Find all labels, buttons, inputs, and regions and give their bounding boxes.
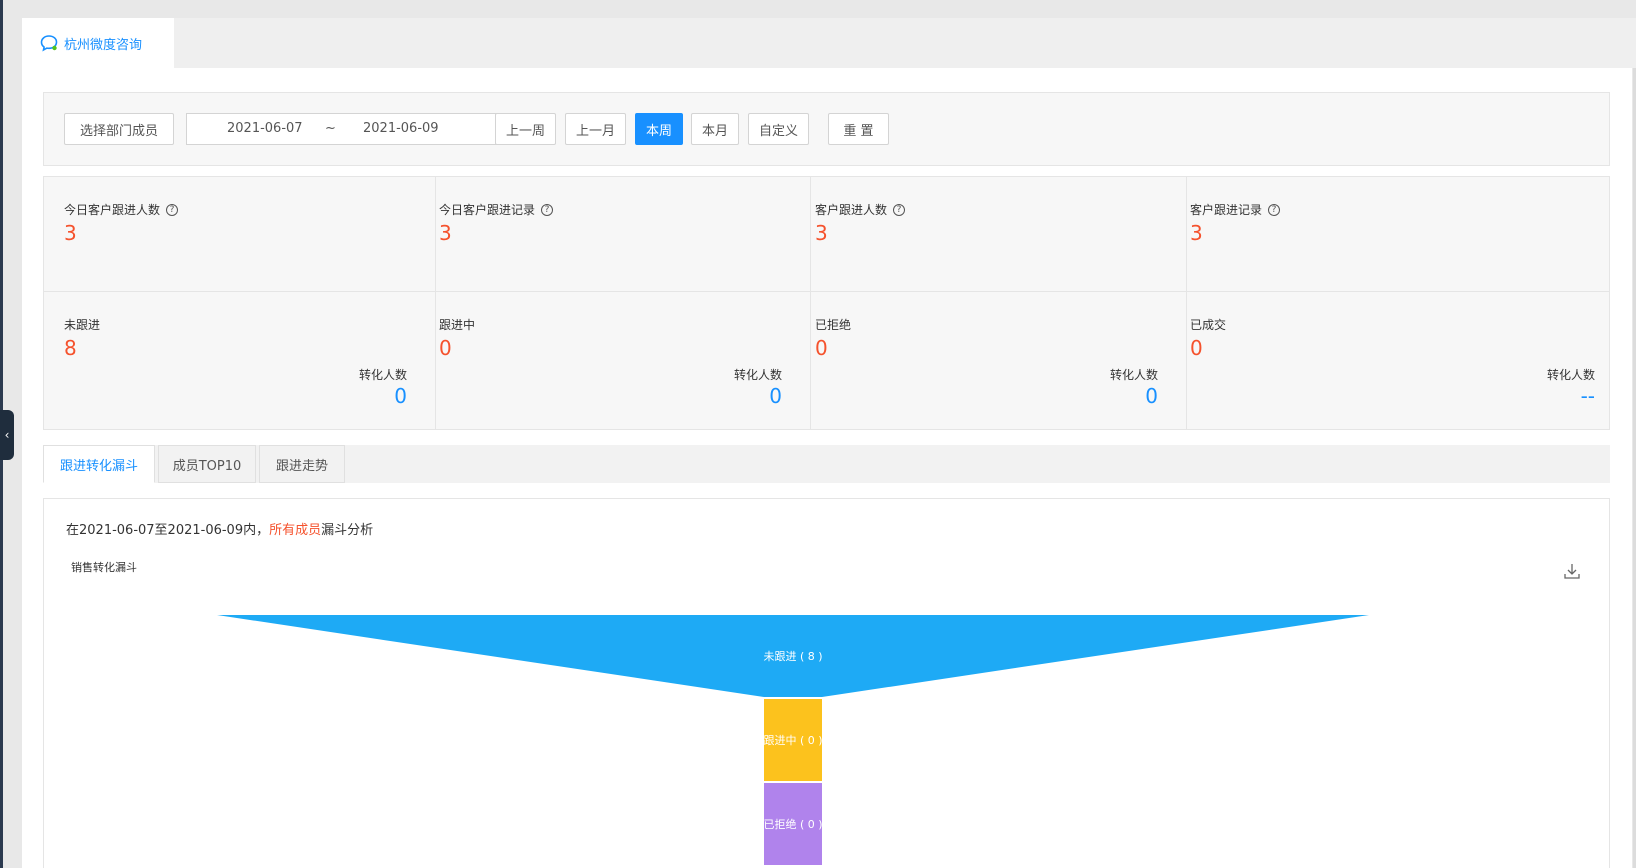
funnel-label-跟进中: 跟进中 ( 0 ) xyxy=(763,734,822,747)
stat-value: 3 xyxy=(815,221,828,245)
conversion-value: 0 xyxy=(1145,384,1158,408)
tab-company-label: 杭州微度咨询 xyxy=(64,37,143,53)
tab-company[interactable]: 杭州微度咨询 xyxy=(22,18,174,68)
stat-card: 今日客户跟进人数? 3 xyxy=(44,177,436,292)
stat-card: 客户跟进人数? 3 xyxy=(795,177,1187,292)
help-icon[interactable]: ? xyxy=(1268,203,1281,216)
custom-range-button[interactable]: 自定义 xyxy=(748,113,809,145)
funnel-panel: 在2021-06-07至2021-06-09内，所有成员漏斗分析 销售转化漏斗 … xyxy=(43,498,1610,868)
reset-button[interactable]: 重 置 xyxy=(828,113,889,145)
help-icon[interactable]: ? xyxy=(166,203,179,216)
filter-bar: 选择部门成员 2021-06-07 ~ 2021-06-09 上一周 上一月 本… xyxy=(43,92,1610,166)
prev-week-button[interactable]: 上一周 xyxy=(495,113,556,145)
stat-card: 客户跟进记录? 3 xyxy=(1170,177,1609,292)
main-content: 选择部门成员 2021-06-07 ~ 2021-06-09 上一周 上一月 本… xyxy=(22,68,1632,868)
end-date-field[interactable]: 2021-06-09 xyxy=(363,121,439,136)
prev-month-button[interactable]: 上一月 xyxy=(565,113,626,145)
analysis-tabs: 跟进转化漏斗 成员TOP10 跟进走势 xyxy=(43,445,1610,483)
stat-label: 客户跟进人数 xyxy=(815,203,888,217)
stat-label: 今日客户跟进记录 xyxy=(439,203,536,217)
page-tab-bar: 杭州微度咨询 xyxy=(22,18,1636,68)
stat-value: 3 xyxy=(1190,221,1203,245)
stat-card: 今日客户跟进记录? 3 xyxy=(419,177,811,292)
conversion-value: 0 xyxy=(769,384,782,408)
funnel-label-未跟进: 未跟进 ( 8 ) xyxy=(763,650,822,663)
conversion-value: 0 xyxy=(394,384,407,408)
tab-trend[interactable]: 跟进走势 xyxy=(259,445,345,483)
sidebar-toggle-button[interactable]: ‹ xyxy=(0,410,14,460)
conversion-label: 转化人数 xyxy=(1109,368,1158,382)
funnel-chart: 未跟进 ( 8 ) 跟进中 ( 0 ) 已拒绝 ( 0 ) xyxy=(217,615,1369,865)
stage-label: 已拒绝 xyxy=(815,318,852,332)
tab-top10[interactable]: 成员TOP10 xyxy=(158,445,256,483)
select-members-button[interactable]: 选择部门成员 xyxy=(64,113,174,145)
stage-card: 跟进中 0 转化人数 0 xyxy=(419,292,811,429)
stage-label: 未跟进 xyxy=(64,318,101,332)
conversion-value: -- xyxy=(1580,384,1595,408)
stage-card: 已拒绝 0 转化人数 0 xyxy=(795,292,1187,429)
stats-grid: 今日客户跟进人数? 3 今日客户跟进记录? 3 客户跟进人数? 3 客户跟进记录… xyxy=(43,176,1610,430)
tab-funnel[interactable]: 跟进转化漏斗 xyxy=(43,445,155,483)
stage-value: 8 xyxy=(64,336,77,360)
conversion-label: 转化人数 xyxy=(358,368,407,382)
stage-value: 0 xyxy=(439,336,452,360)
help-icon[interactable]: ? xyxy=(541,203,554,216)
stage-value: 0 xyxy=(1190,336,1203,360)
stat-value: 3 xyxy=(64,221,77,245)
conversion-label: 转化人数 xyxy=(1546,368,1595,382)
stage-value: 0 xyxy=(815,336,828,360)
stage-card: 已成交 0 转化人数 -- xyxy=(1170,292,1609,429)
chevron-left-icon: ‹ xyxy=(4,428,10,442)
this-week-button[interactable]: 本周 xyxy=(635,113,683,145)
stage-label: 跟进中 xyxy=(439,318,476,332)
conversion-label: 转化人数 xyxy=(733,368,782,382)
start-date-field[interactable]: 2021-06-07 xyxy=(227,121,303,136)
this-month-button[interactable]: 本月 xyxy=(691,113,739,145)
help-icon[interactable]: ? xyxy=(893,203,906,216)
stat-label: 客户跟进记录 xyxy=(1190,203,1263,217)
stat-value: 3 xyxy=(439,221,452,245)
stage-label: 已成交 xyxy=(1190,318,1227,332)
stat-label: 今日客户跟进人数 xyxy=(64,203,161,217)
chat-bubble-icon xyxy=(40,34,58,52)
date-separator: ~ xyxy=(325,121,336,136)
funnel-label-已拒绝: 已拒绝 ( 0 ) xyxy=(763,817,822,831)
stage-card: 未跟进 8 转化人数 0 xyxy=(44,292,436,429)
date-range-picker[interactable]: 2021-06-07 ~ 2021-06-09 xyxy=(186,113,509,145)
